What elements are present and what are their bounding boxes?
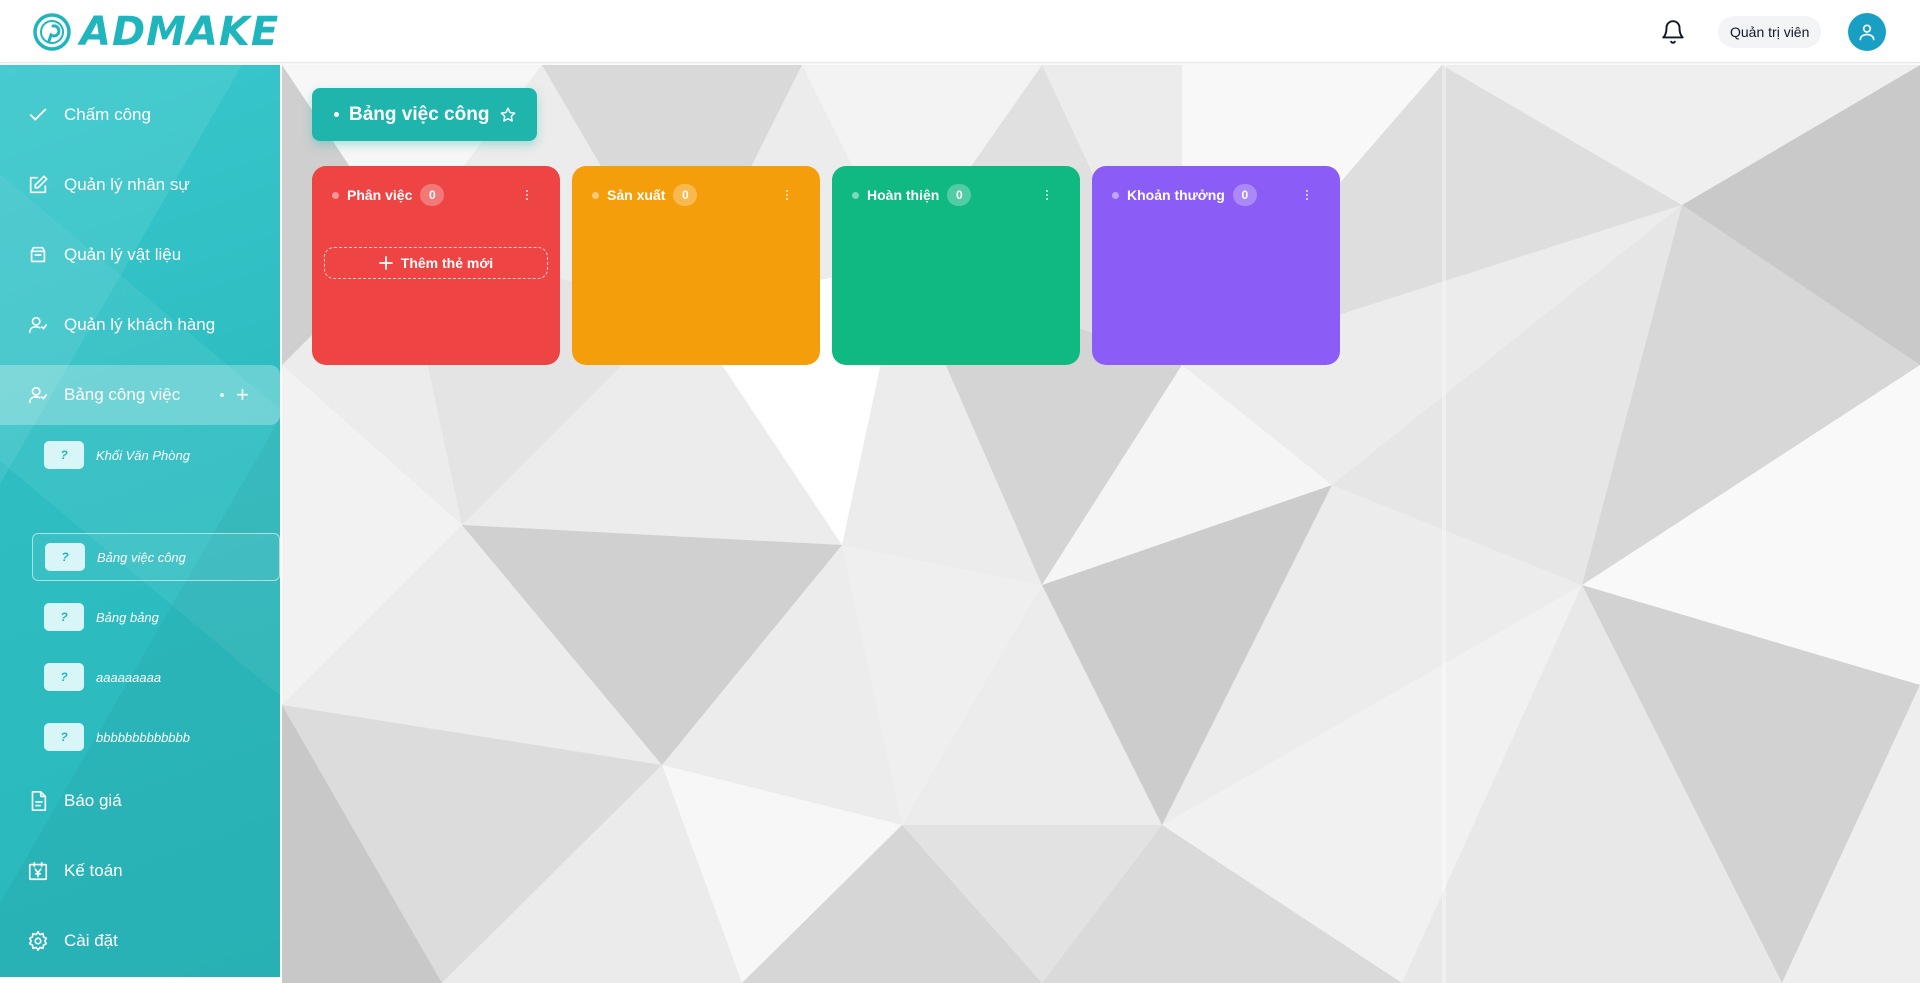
sub-item-label: bbbbbbbbbbbbb (96, 729, 190, 745)
column-header: Sản xuất 0 (592, 184, 698, 206)
sub-item-badge: ? (44, 441, 84, 469)
board-area: Bảng việc công Phân việc 0 Thêm thẻ mới … (282, 65, 1920, 983)
sub-item-label: Bảng việc công (97, 549, 186, 565)
sidebar-item-bang-cong-viec[interactable]: Bảng công việc + (0, 365, 280, 425)
sidebar-item-quan-ly-vat-lieu[interactable]: Quản lý vật liệu (0, 225, 280, 285)
check-icon (29, 108, 47, 121)
column-dot (332, 191, 339, 199)
user-avatar-icon (1859, 24, 1875, 41)
sub-item-bang-viec-cong[interactable]: ? Bảng việc công (32, 533, 280, 581)
column-hoan-thien: Hoàn thiện 0 (832, 166, 1080, 365)
add-card-button[interactable]: Thêm thẻ mới (324, 247, 548, 279)
role-badge[interactable]: Quản trị viên (1718, 16, 1822, 48)
sidebar-item-label: Báo giá (64, 791, 122, 810)
sidebar-item-label: Quản lý vật liệu (64, 245, 182, 264)
gear-icon (28, 931, 48, 951)
sidebar-item-label: Bảng công việc (64, 385, 181, 404)
logo-text: ADMAKE (80, 9, 280, 55)
more-vertical-icon[interactable] (1044, 184, 1050, 206)
user-avatar[interactable] (1848, 13, 1886, 51)
more-vertical-icon[interactable] (1304, 184, 1310, 206)
sub-item-bbbbbbbbbbbbb[interactable]: ? bbbbbbbbbbbbb (32, 713, 280, 761)
sub-item-aaaaaaaaa[interactable]: ? aaaaaaaaa (32, 653, 280, 701)
top-header: ADMAKE Quản trị viên (0, 0, 1920, 63)
sidebar-item-bao-gia[interactable]: Báo giá (0, 771, 280, 831)
edit-icon (29, 175, 48, 194)
sidebar-item-label: Cài đặt (64, 931, 118, 950)
sidebar-item-label: Chấm công (64, 105, 151, 124)
sidebar: Chấm công Quản lý nhân sự Quản lý vật li… (0, 65, 280, 977)
sidebar-item-quan-ly-khach-hang[interactable]: Quản lý khách hàng (0, 295, 280, 355)
column-header: Phân việc 0 (332, 184, 445, 206)
box-icon (30, 246, 46, 263)
users-icon (28, 316, 48, 334)
logo-icon (33, 13, 71, 51)
sidebar-item-label: Quản lý khách hàng (64, 315, 216, 334)
sub-item-badge: ? (44, 663, 84, 691)
sub-item-badge: ? (44, 723, 84, 751)
sidebar-item-ke-toan[interactable]: Kế toán (0, 841, 280, 901)
column-dot (1112, 191, 1119, 199)
sidebar-item-cai-dat[interactable]: Cài đặt (0, 911, 280, 971)
add-board-button[interactable]: + (236, 384, 249, 406)
board-title-text: Bảng việc công (349, 103, 490, 125)
sidebar-item-label: Kế toán (64, 861, 123, 880)
sub-item-badge: ? (45, 543, 85, 571)
column-dot (592, 191, 599, 199)
calendar-yen-icon (28, 861, 48, 881)
column-title: Hoàn thiện (867, 187, 940, 203)
sub-item-label: aaaaaaaaa (96, 669, 162, 685)
more-vertical-icon[interactable] (524, 184, 530, 206)
title-dot (334, 112, 339, 117)
sidebar-item-cham-cong[interactable]: Chấm công (0, 85, 280, 145)
column-title: Phân việc (347, 187, 413, 203)
column-count-badge: 0 (1232, 184, 1257, 206)
column-header: Khoản thưởng 0 (1112, 184, 1257, 206)
column-count-badge: 0 (673, 184, 698, 206)
star-outline-icon[interactable] (499, 106, 517, 124)
add-card-label: Thêm thẻ mới (400, 255, 494, 271)
status-dot (220, 393, 224, 397)
sidebar-item-label: Quản lý nhân sự (64, 175, 190, 194)
column-title: Sản xuất (607, 187, 666, 203)
plus-icon (378, 256, 393, 270)
sub-item-badge: ? (44, 603, 84, 631)
column-san-xuat: Sản xuất 0 (572, 166, 820, 365)
column-title: Khoản thưởng (1127, 187, 1225, 203)
column-count-badge: 0 (420, 184, 445, 206)
bell-icon[interactable] (1660, 19, 1686, 45)
column-header: Hoàn thiện 0 (852, 184, 972, 206)
column-count-badge: 0 (947, 184, 972, 206)
sub-item-label: Khối Văn Phòng (96, 447, 190, 463)
board-title[interactable]: Bảng việc công (312, 88, 538, 141)
sub-item-label: Bảng bảng (96, 609, 159, 625)
column-khoan-thuong: Khoản thưởng 0 (1092, 166, 1340, 365)
users-icon (28, 386, 48, 404)
column-dot (852, 191, 859, 199)
document-icon (31, 791, 47, 811)
sub-item-khoi-van-phong[interactable]: ? Khối Văn Phòng (32, 431, 280, 479)
sub-item-bang-bang[interactable]: ? Bảng bảng (32, 593, 280, 641)
app-logo[interactable]: ADMAKE (32, 12, 279, 52)
more-vertical-icon[interactable] (784, 184, 790, 206)
column-phan-viec: Phân việc 0 Thêm thẻ mới (312, 166, 560, 365)
sidebar-item-quan-ly-nhan-su[interactable]: Quản lý nhân sự (0, 155, 280, 215)
